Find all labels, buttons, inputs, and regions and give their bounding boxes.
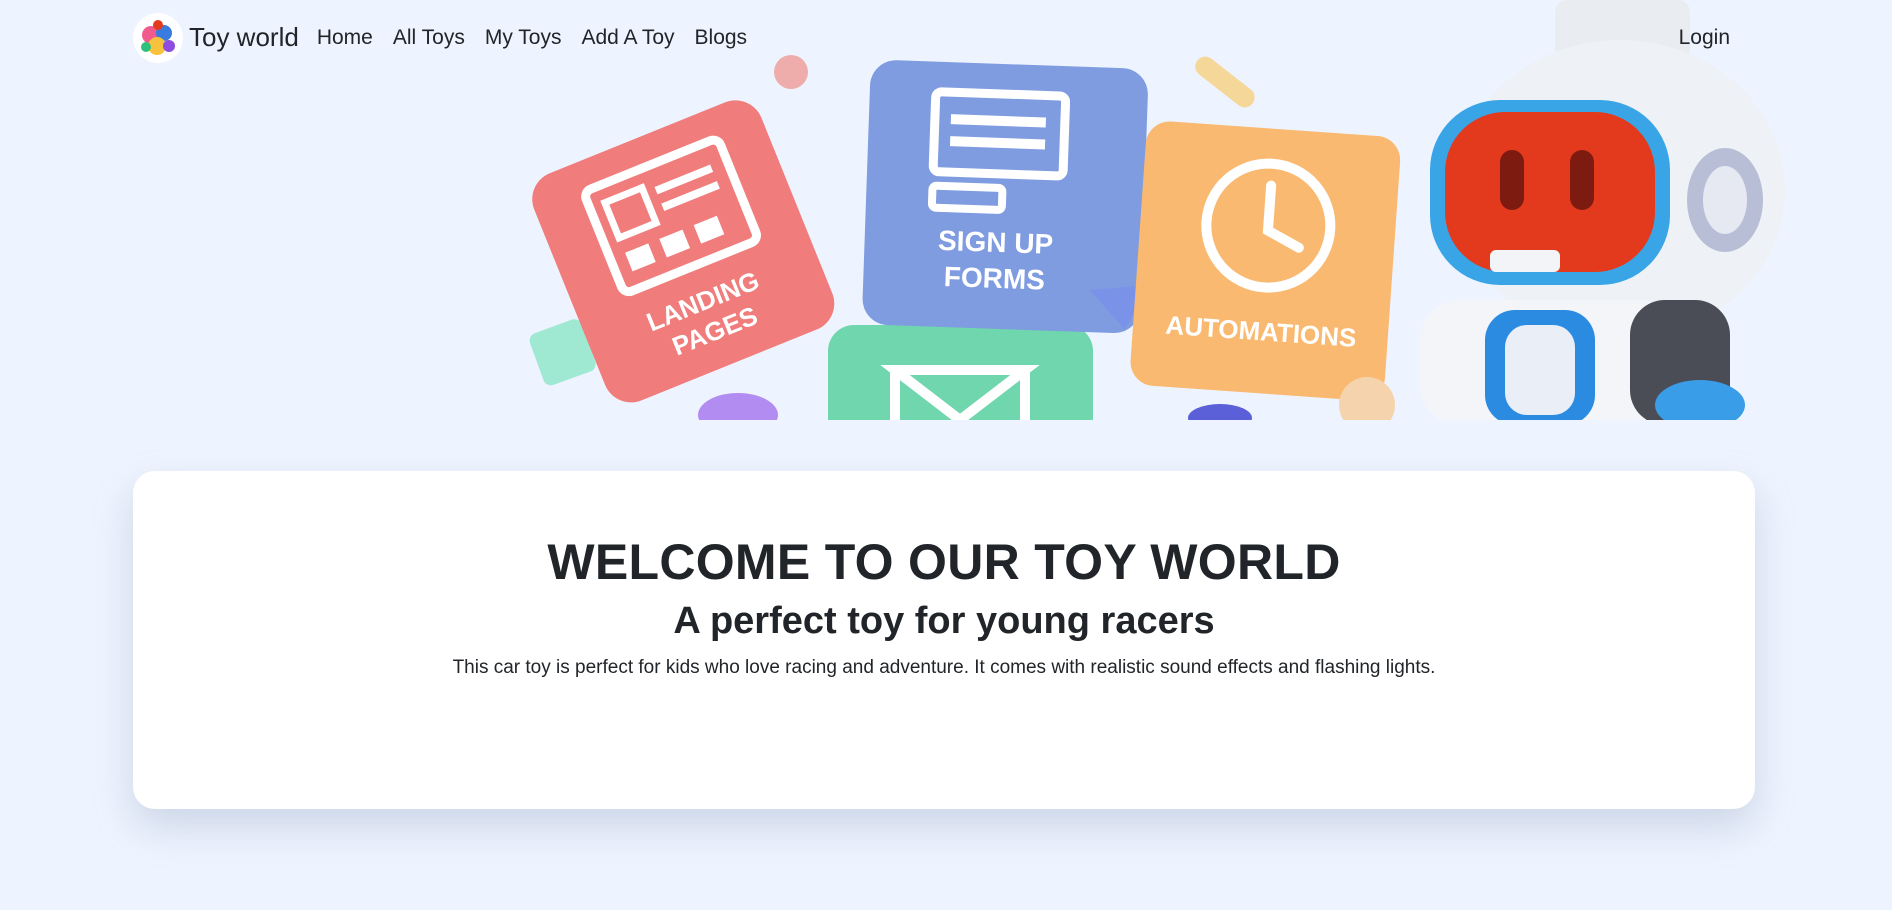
nav-link-my-toys[interactable]: My Toys — [475, 26, 572, 50]
welcome-description: This car toy is perfect for kids who lov… — [452, 657, 1436, 679]
purple-decoration — [698, 393, 778, 420]
brand-name[interactable]: Toy world — [189, 22, 299, 53]
nav-link-home[interactable]: Home — [307, 26, 383, 50]
nav-right: Login — [1669, 26, 1740, 50]
svg-text:FORMS: FORMS — [943, 261, 1045, 296]
navbar: Toy world Home All Toys My Toys Add A To… — [133, 0, 1758, 75]
welcome-card: WELCOME TO OUR TOY WORLD A perfect toy f… — [133, 471, 1755, 809]
login-link[interactable]: Login — [1669, 26, 1740, 49]
email-tile — [828, 325, 1093, 420]
nav-link-add-a-toy[interactable]: Add A Toy — [571, 26, 684, 50]
toy-world-logo[interactable] — [133, 12, 183, 63]
brand[interactable]: Toy world — [133, 12, 299, 63]
automations-tile: AUTOMATIONS — [1130, 121, 1401, 401]
welcome-subtitle: A perfect toy for young racers — [673, 599, 1215, 642]
welcome-title: WELCOME TO OUR TOY WORLD — [547, 534, 1341, 590]
nav-link-all-toys[interactable]: All Toys — [383, 26, 475, 50]
blue-pill-decoration — [1188, 404, 1252, 420]
svg-text:SIGN UP: SIGN UP — [938, 225, 1054, 260]
nav-link-blogs[interactable]: Blogs — [685, 26, 758, 50]
nav-links: Home All Toys My Toys Add A Toy Blogs — [307, 26, 757, 50]
